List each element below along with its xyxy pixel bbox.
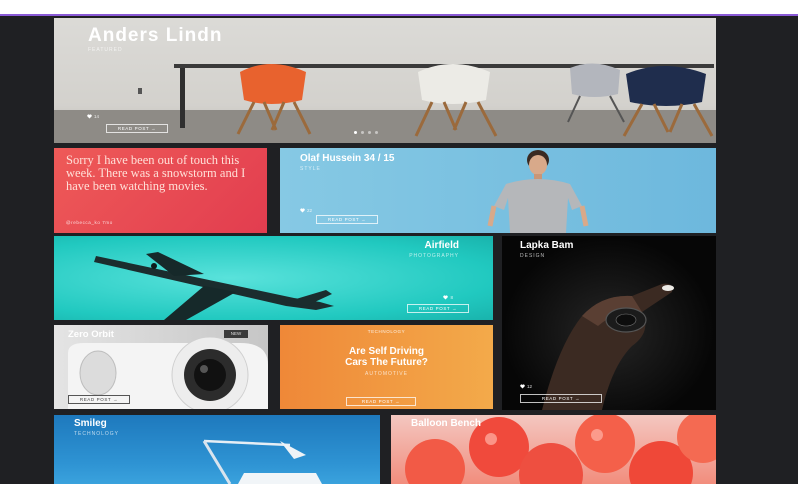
carousel-dot[interactable] xyxy=(354,131,357,134)
olaf-post-card[interactable]: Olaf Hussein 34 / 15 STYLE 22 READ POST … xyxy=(280,148,716,233)
zero-orbit-post-card[interactable]: Zero Orbit NEW READ POST → xyxy=(54,325,268,409)
hero-likes-count: 14 xyxy=(94,114,100,119)
smileg-post-card[interactable]: Smileg TECHNOLOGY xyxy=(54,415,380,484)
lapka-subtitle: DESIGN xyxy=(520,253,546,259)
hero-carousel-dots xyxy=(354,131,378,134)
airfield-likes[interactable]: 8 xyxy=(443,295,453,300)
hero-likes[interactable]: 14 xyxy=(87,114,99,119)
hero-title: Anders Lindn xyxy=(88,25,223,46)
lapka-title: Lapka Bam xyxy=(520,240,574,251)
hero-read-post-button[interactable]: READ POST → xyxy=(106,124,168,133)
airfield-read-post-button[interactable]: READ POST → xyxy=(407,304,469,313)
self-driving-title-line-1: Are Self Driving xyxy=(348,346,425,357)
olaf-title: Olaf Hussein 34 / 15 xyxy=(300,153,395,164)
airfield-subtitle: PHOTOGRAPHY xyxy=(409,253,459,259)
quote-post-card[interactable]: Sorry I have been out of touch this week… xyxy=(54,148,267,233)
hero-subtitle: FEATURED xyxy=(88,47,123,53)
lapka-post-card[interactable]: Lapka Bam DESIGN 12 READ POST → xyxy=(502,236,716,410)
zero-orbit-badge: NEW xyxy=(224,330,248,338)
olaf-likes-count: 22 xyxy=(307,208,313,213)
olaf-subtitle: STYLE xyxy=(300,166,321,172)
carousel-dot[interactable] xyxy=(361,131,364,134)
self-driving-post-card[interactable]: TECHNOLOGY Are Self Driving Cars The Fut… xyxy=(280,325,493,409)
hero-post-card[interactable]: Anders Lindn FEATURED 14 READ POST → xyxy=(54,18,716,143)
lapka-likes-count: 12 xyxy=(527,384,533,389)
quote-text: Sorry I have been out of touch this week… xyxy=(66,153,246,193)
olaf-likes[interactable]: 22 xyxy=(300,208,312,213)
airfield-likes-count: 8 xyxy=(450,295,453,300)
balloon-bench-post-card[interactable]: Balloon Bench xyxy=(391,415,716,484)
post-grid: Anders Lindn FEATURED 14 READ POST → Sor… xyxy=(54,18,716,484)
self-driving-title: Are Self Driving Cars The Future? xyxy=(280,346,493,368)
airfield-post-card[interactable]: Airfield PHOTOGRAPHY 8 READ POST → xyxy=(54,236,493,320)
smileg-title: Smileg xyxy=(74,418,107,429)
self-driving-subtitle: AUTOMOTIVE xyxy=(365,371,408,377)
self-driving-read-post-button[interactable]: READ POST → xyxy=(346,397,416,406)
lapka-read-post-button[interactable]: READ POST → xyxy=(520,394,602,403)
self-driving-title-line-2: Cars The Future? xyxy=(345,357,428,368)
heart-icon xyxy=(443,295,449,300)
heart-icon xyxy=(520,384,525,389)
zero-orbit-read-post-button[interactable]: READ POST → xyxy=(68,395,130,404)
balloon-bench-title: Balloon Bench xyxy=(411,418,482,429)
quote-author[interactable]: @rebecca_ko 7mo xyxy=(66,220,113,225)
smileg-subtitle: TECHNOLOGY xyxy=(74,431,120,437)
zero-orbit-title: Zero Orbit xyxy=(68,329,114,340)
olaf-read-post-button[interactable]: READ POST → xyxy=(316,215,378,224)
hand-device-photo xyxy=(542,283,674,410)
carousel-dot[interactable] xyxy=(375,131,378,134)
airfield-title: Airfield xyxy=(424,240,459,251)
window-top-bar xyxy=(0,0,798,16)
lapka-likes[interactable]: 12 xyxy=(520,384,532,389)
heart-icon xyxy=(300,208,305,213)
carousel-dot[interactable] xyxy=(368,131,371,134)
self-driving-category: TECHNOLOGY xyxy=(367,329,406,334)
heart-icon xyxy=(87,114,92,119)
